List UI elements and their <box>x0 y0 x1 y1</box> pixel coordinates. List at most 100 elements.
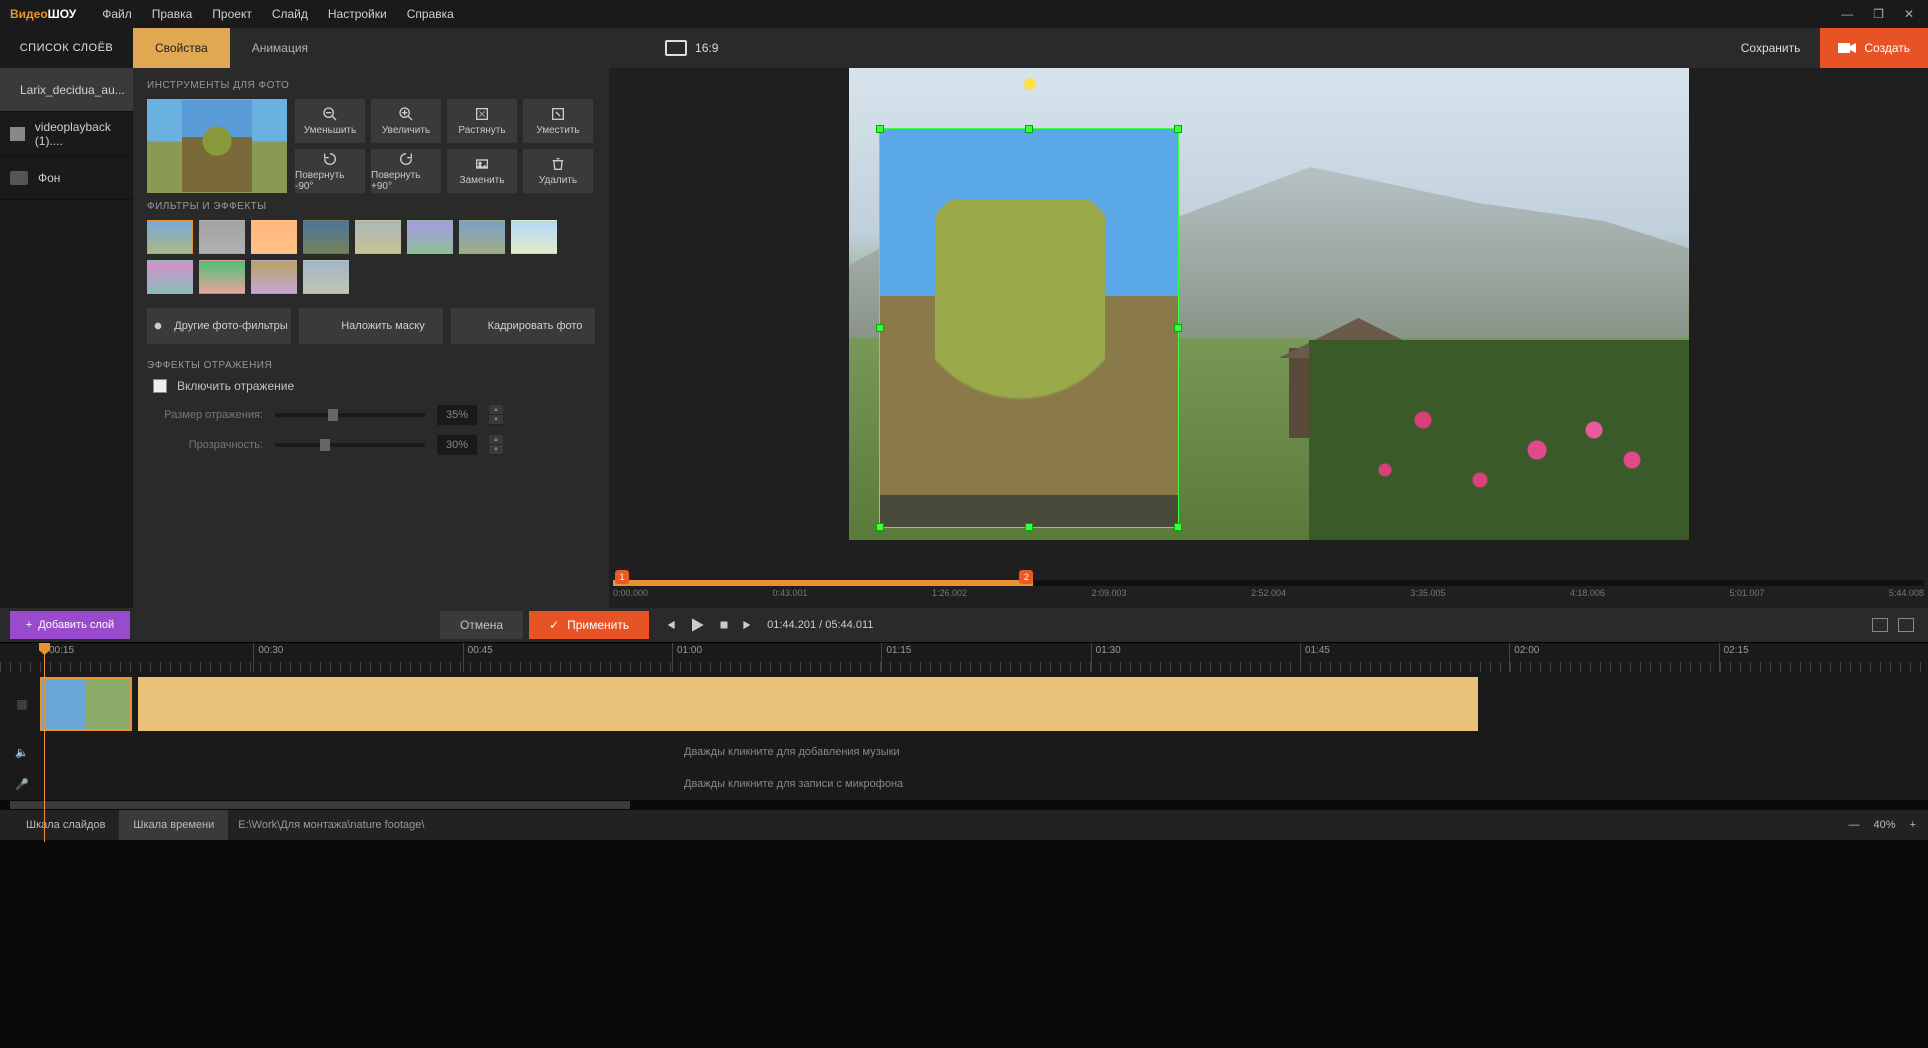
filter-thumb[interactable] <box>147 220 193 254</box>
main-area: Larix_decidua_au... videoplayback (1)...… <box>0 68 1928 608</box>
resize-handle[interactable] <box>1174 125 1182 133</box>
reflection-opacity-slider[interactable] <box>275 443 425 447</box>
timeline-ruler[interactable]: 00:15 00:30 00:45 01:00 01:15 01:30 01:4… <box>0 642 1928 672</box>
keyframe-1[interactable]: 1 <box>615 570 629 584</box>
project-path: E:\Work\Для монтажа\nature footage\ <box>238 819 424 831</box>
rotate-left-button[interactable]: Повернуть -90° <box>295 149 365 193</box>
filter-thumb[interactable] <box>511 220 557 254</box>
replace-button[interactable]: Заменить <box>447 149 517 193</box>
menu-file[interactable]: Файл <box>92 1 142 27</box>
menu-slide[interactable]: Слайд <box>262 1 318 27</box>
more-filters-button[interactable]: Другие фото-фильтры <box>147 308 291 344</box>
apply-button[interactable]: ✓Применить <box>529 611 649 639</box>
reflection-size-slider[interactable] <box>275 413 425 417</box>
filter-thumb[interactable] <box>303 260 349 294</box>
timecode: 01:44.201 / 05:44.011 <box>767 619 873 631</box>
close-icon[interactable]: ✕ <box>1900 5 1918 23</box>
checkbox-label: Включить отражение <box>177 379 294 393</box>
menubar: ВидеоШОУ Файл Правка Проект Слайд Настро… <box>0 0 1928 28</box>
layer-item[interactable]: Larix_decidua_au... <box>0 68 133 112</box>
transport-controls <box>663 615 755 635</box>
delete-button[interactable]: Удалить <box>523 149 593 193</box>
tab-timeline[interactable]: Шкала времени <box>119 810 228 840</box>
next-icon[interactable] <box>741 618 755 632</box>
layer-item[interactable]: Фон <box>0 156 133 200</box>
clip-duration[interactable] <box>138 677 1478 731</box>
filter-thumb[interactable] <box>251 260 297 294</box>
preview-tools <box>1872 618 1914 632</box>
zoom-out-button[interactable]: Уменьшить <box>295 99 365 143</box>
filter-thumb[interactable] <box>303 220 349 254</box>
center-handle[interactable] <box>1024 323 1034 333</box>
layer-label: Larix_decidua_au... <box>20 83 125 97</box>
zoom-in-icon[interactable]: + <box>1910 819 1916 831</box>
resize-handle[interactable] <box>876 324 884 332</box>
filter-thumb[interactable] <box>199 260 245 294</box>
menu-edit[interactable]: Правка <box>142 1 203 27</box>
preview-timeline[interactable]: 1 2 0:00.0000:43.0011:26.0022:09.0032:52… <box>609 580 1928 608</box>
reflection-opacity-value[interactable]: 30% <box>437 435 477 455</box>
zoom-out-icon[interactable]: — <box>1849 819 1860 831</box>
filter-thumb[interactable] <box>355 220 401 254</box>
speaker-icon: 🔈 <box>10 740 34 764</box>
filter-thumb[interactable] <box>147 260 193 294</box>
video-track[interactable]: ▦ <box>0 672 1928 736</box>
menu-help[interactable]: Справка <box>397 1 464 27</box>
tab-slides[interactable]: Шкала слайдов <box>12 810 119 840</box>
rotate-right-button[interactable]: Повернуть +90° <box>371 149 441 193</box>
crop-button[interactable]: Кадрировать фото <box>451 308 595 344</box>
resize-handle[interactable] <box>1174 523 1182 531</box>
fullscreen-icon[interactable] <box>1898 618 1914 632</box>
minimize-icon[interactable]: — <box>1837 5 1857 23</box>
menu-settings[interactable]: Настройки <box>318 1 397 27</box>
maximize-icon[interactable]: ❐ <box>1869 5 1888 23</box>
app-logo: ВидеоШОУ <box>10 7 76 21</box>
zoom-in-button[interactable]: Увеличить <box>371 99 441 143</box>
tab-properties[interactable]: Свойства <box>133 28 230 68</box>
tab-animation[interactable]: Анимация <box>230 28 330 68</box>
spinner[interactable]: ▲▼ <box>489 435 503 455</box>
filter-thumb[interactable] <box>199 220 245 254</box>
filter-thumb[interactable] <box>459 220 505 254</box>
stop-icon[interactable] <box>717 618 731 632</box>
cancel-button[interactable]: Отмена <box>440 611 523 639</box>
film-icon: ▦ <box>10 692 34 716</box>
selected-layer[interactable] <box>879 128 1179 528</box>
spinner[interactable]: ▲▼ <box>489 405 503 425</box>
mic-hint: Дважды кликните для записи с микрофона <box>684 778 903 790</box>
save-button[interactable]: Сохранить <box>1721 28 1821 68</box>
reflection-size-value[interactable]: 35% <box>437 405 477 425</box>
rotation-handle[interactable] <box>1024 78 1036 90</box>
menu-project[interactable]: Проект <box>202 1 262 27</box>
prev-icon[interactable] <box>663 618 677 632</box>
filter-thumb[interactable] <box>251 220 297 254</box>
aspect-ratio[interactable]: 16:9 <box>665 28 718 68</box>
enable-reflection-checkbox[interactable]: Включить отражение <box>153 379 595 393</box>
resize-handle[interactable] <box>876 125 884 133</box>
stretch-button[interactable]: Растянуть <box>447 99 517 143</box>
music-hint: Дважды кликните для добавления музыки <box>684 746 900 758</box>
play-icon[interactable] <box>687 615 707 635</box>
playhead[interactable] <box>44 643 45 842</box>
layer-item[interactable]: videoplayback (1).... <box>0 112 133 156</box>
snapshot-icon[interactable] <box>1872 618 1888 632</box>
mask-button[interactable]: Наложить маску <box>299 308 443 344</box>
timeline-scrollbar[interactable] <box>0 800 1928 810</box>
clip-thumbnail[interactable] <box>40 677 132 731</box>
resize-handle[interactable] <box>876 523 884 531</box>
fit-button[interactable]: Уместить <box>523 99 593 143</box>
section-title: ЭФФЕКТЫ ОТРАЖЕНИЯ <box>147 360 595 371</box>
preview-canvas[interactable] <box>849 68 1689 540</box>
resize-handle[interactable] <box>1025 523 1033 531</box>
filter-thumb[interactable] <box>407 220 453 254</box>
resize-handle[interactable] <box>1174 324 1182 332</box>
add-layer-button[interactable]: +Добавить слой <box>10 611 130 639</box>
create-button[interactable]: Создать <box>1820 28 1928 68</box>
keyframe-2[interactable]: 2 <box>1019 570 1033 584</box>
music-track[interactable]: 🔈 Дважды кликните для добавления музыки <box>0 736 1928 768</box>
mic-track[interactable]: 🎤 Дважды кликните для записи с микрофона <box>0 768 1928 800</box>
resize-handle[interactable] <box>1025 125 1033 133</box>
topbar: СПИСОК СЛОЁВ Свойства Анимация 16:9 Сохр… <box>0 28 1928 68</box>
reflection-size-row: Размер отражения: 35% ▲▼ <box>153 405 595 425</box>
mic-icon: 🎤 <box>10 772 34 796</box>
